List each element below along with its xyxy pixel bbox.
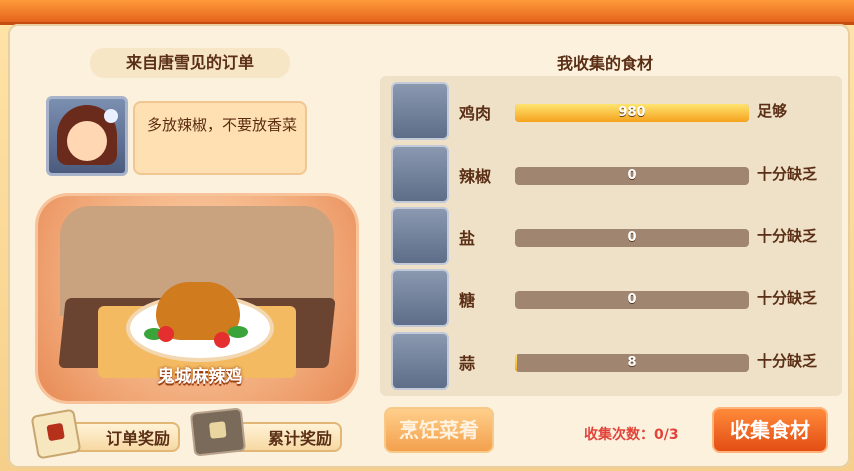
avatar-ornament-icon — [104, 109, 118, 123]
ingredient-name: 盐 — [459, 229, 476, 248]
avatar-face — [67, 121, 107, 161]
box-tag-icon — [208, 421, 227, 439]
ingredient-progress-bar: 8 — [515, 354, 749, 372]
request-text: 多放辣椒，不要放香菜 — [147, 116, 298, 134]
seal-icon — [46, 422, 65, 442]
top-bar — [0, 0, 854, 25]
ingredient-row: 糖 0 十分缺乏 — [391, 269, 841, 327]
lettuce-icon — [228, 326, 248, 338]
order-reward-label: 订单奖励 — [105, 429, 170, 448]
ingredient-name: 糖 — [459, 291, 476, 310]
ingredient-row: 鸡肉 980 足够 — [391, 82, 841, 140]
collect-count: 收集次数：0/3 — [584, 427, 679, 443]
customer-avatar[interactable] — [46, 96, 128, 176]
ingredient-row: 辣椒 0 十分缺乏 — [391, 145, 841, 203]
ingredient-count: 0 — [627, 292, 637, 307]
sugar-plate-icon[interactable] — [391, 269, 449, 327]
ingredient-status: 十分缺乏 — [757, 352, 818, 370]
ingredient-name: 辣椒 — [459, 167, 492, 186]
ingredient-name: 鸡肉 — [459, 104, 492, 123]
ingredient-progress-bar: 980 — [515, 104, 749, 122]
tomato-icon — [214, 332, 230, 348]
ingredient-count: 980 — [618, 105, 646, 120]
cook-dish-button[interactable]: 烹饪菜肴 — [384, 407, 494, 453]
ingredient-count: 0 — [627, 168, 637, 183]
roast-chicken-icon[interactable] — [391, 82, 449, 140]
ingredients-title: 我收集的食材 — [556, 54, 653, 73]
order-title: 来自唐雪见的订单 — [90, 48, 290, 78]
ingredient-row: 蒜 8 十分缺乏 — [391, 332, 841, 390]
dish-name: 鬼城麻辣鸡 — [157, 367, 243, 387]
tomato-icon — [158, 326, 174, 342]
reward-box-icon[interactable] — [189, 407, 247, 457]
cumulative-reward-label: 累计奖励 — [267, 429, 332, 448]
ingredient-count: 8 — [627, 355, 637, 370]
ingredient-status: 十分缺乏 — [757, 227, 818, 245]
collect-ingredients-button[interactable]: 收集食材 — [712, 407, 828, 453]
ingredient-progress-bar: 0 — [515, 229, 749, 247]
ingredient-status: 足够 — [757, 102, 788, 120]
request-bubble: 多放辣椒，不要放香菜 — [135, 103, 305, 173]
ingredient-row: 盐 0 十分缺乏 — [391, 207, 841, 265]
ingredient-progress-bar: 0 — [515, 291, 749, 309]
scroll-icon[interactable] — [30, 408, 82, 460]
salt-bowl-icon[interactable] — [391, 207, 449, 265]
chili-bowl-icon[interactable] — [391, 145, 449, 203]
ingredient-count: 0 — [627, 230, 637, 245]
ingredient-progress-bar: 0 — [515, 167, 749, 185]
garlic-plate-icon[interactable] — [391, 332, 449, 390]
ingredient-status: 十分缺乏 — [757, 165, 818, 183]
ingredient-name: 蒜 — [459, 354, 476, 373]
ingredient-status: 十分缺乏 — [757, 289, 818, 307]
